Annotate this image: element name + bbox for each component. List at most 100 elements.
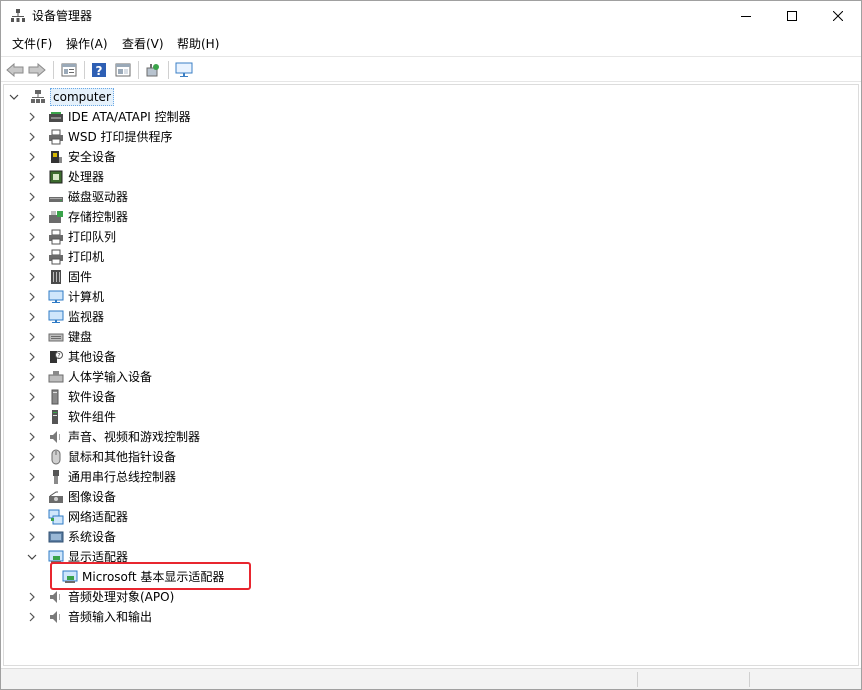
chevron-right-icon[interactable]: [26, 451, 38, 463]
tree-category-label[interactable]: 存储控制器: [68, 209, 128, 225]
chevron-right-icon[interactable]: [26, 231, 38, 243]
chevron-right-icon[interactable]: [26, 611, 38, 623]
tree-category-item[interactable]: 人体学输入设备: [26, 367, 152, 387]
tree-category-label[interactable]: WSD 打印提供程序: [68, 129, 173, 145]
tree-category-label[interactable]: 软件组件: [68, 409, 116, 425]
tree-category-item[interactable]: 固件: [26, 267, 92, 287]
tree-category-label[interactable]: 处理器: [68, 169, 104, 185]
camera-icon: [48, 489, 64, 505]
tree-category-item[interactable]: 打印队列: [26, 227, 116, 247]
chevron-right-icon[interactable]: [26, 151, 38, 163]
tree-category-item[interactable]: 系统设备: [26, 527, 116, 547]
tree-root[interactable]: computer: [8, 87, 114, 107]
chevron-right-icon[interactable]: [26, 171, 38, 183]
scan-hardware-button[interactable]: [143, 60, 163, 80]
tree-category-item[interactable]: ? 其他设备: [26, 347, 116, 367]
tree-category-label[interactable]: 系统设备: [68, 529, 116, 545]
chevron-right-icon[interactable]: [26, 531, 38, 543]
tree-category-item[interactable]: 打印机: [26, 247, 104, 267]
tree-category-item[interactable]: 网络适配器: [26, 507, 128, 527]
chevron-down-icon[interactable]: [8, 91, 20, 103]
printer-icon: [48, 249, 64, 265]
tree-category-item[interactable]: 软件组件: [26, 407, 116, 427]
close-button[interactable]: [815, 1, 861, 31]
chevron-right-icon[interactable]: [26, 591, 38, 603]
tree-category-item[interactable]: WSD 打印提供程序: [26, 127, 173, 147]
tree-category-label[interactable]: 音频处理对象(APO): [68, 589, 174, 605]
help-button[interactable]: ?: [89, 60, 109, 80]
tree-category-item[interactable]: 键盘: [26, 327, 92, 347]
chevron-right-icon[interactable]: [26, 511, 38, 523]
tree-category-label[interactable]: 鼠标和其他指针设备: [68, 449, 176, 465]
chevron-right-icon[interactable]: [26, 411, 38, 423]
properties-button[interactable]: [59, 60, 79, 80]
tree-category-item[interactable]: 磁盘驱动器: [26, 187, 128, 207]
console-button[interactable]: [113, 60, 133, 80]
chevron-right-icon[interactable]: [26, 131, 38, 143]
chevron-right-icon[interactable]: [26, 371, 38, 383]
chevron-right-icon[interactable]: [26, 471, 38, 483]
tree-category-label[interactable]: 监视器: [68, 309, 104, 325]
chevron-right-icon[interactable]: [26, 251, 38, 263]
tree-category-label[interactable]: 键盘: [68, 329, 92, 345]
tree-category-label[interactable]: 打印队列: [68, 229, 116, 245]
tree-category-label[interactable]: 打印机: [68, 249, 104, 265]
storage-controller-icon: [48, 209, 64, 225]
tree-category-item[interactable]: 通用串行总线控制器: [26, 467, 176, 487]
tree-category-item[interactable]: 图像设备: [26, 487, 116, 507]
tree-category-label[interactable]: 通用串行总线控制器: [68, 469, 176, 485]
tree-category-label[interactable]: 安全设备: [68, 149, 116, 165]
tree-category-label[interactable]: 磁盘驱动器: [68, 189, 128, 205]
chevron-right-icon[interactable]: [26, 491, 38, 503]
menu-action[interactable]: 操作(A): [64, 35, 110, 53]
minimize-button[interactable]: [723, 1, 769, 31]
menu-view[interactable]: 查看(V): [120, 35, 166, 53]
tree-category-label[interactable]: 人体学输入设备: [68, 369, 152, 385]
forward-button[interactable]: [27, 60, 47, 80]
tree-root-label[interactable]: computer: [50, 88, 114, 106]
tree-category-label[interactable]: IDE ATA/ATAPI 控制器: [68, 109, 191, 125]
chevron-right-icon[interactable]: [26, 191, 38, 203]
chevron-right-icon[interactable]: [26, 351, 38, 363]
monitor-button[interactable]: [174, 60, 194, 80]
maximize-button[interactable]: [769, 1, 815, 31]
chevron-right-icon[interactable]: [26, 431, 38, 443]
chevron-right-icon[interactable]: [26, 391, 38, 403]
chevron-right-icon[interactable]: [26, 211, 38, 223]
tree-category-item[interactable]: 音频处理对象(APO): [26, 587, 174, 607]
tree-category-item[interactable]: 处理器: [26, 167, 104, 187]
chevron-right-icon[interactable]: [26, 311, 38, 323]
tree-category-item[interactable]: 鼠标和其他指针设备: [26, 447, 176, 467]
tree-category-item[interactable]: 声音、视频和游戏控制器: [26, 427, 200, 447]
tree-category-item[interactable]: 安全设备: [26, 147, 116, 167]
computer-icon: [30, 89, 46, 105]
tree-category-item[interactable]: IDE ATA/ATAPI 控制器: [26, 107, 191, 127]
chevron-right-icon[interactable]: [26, 111, 38, 123]
chevron-right-icon[interactable]: [26, 331, 38, 343]
chevron-right-icon[interactable]: [26, 271, 38, 283]
minimize-icon: [741, 16, 751, 17]
tree-category-label[interactable]: 计算机: [68, 289, 104, 305]
menu-file[interactable]: 文件(F): [10, 35, 54, 53]
menu-help[interactable]: 帮助(H): [175, 35, 221, 53]
title-bar[interactable]: 设备管理器: [1, 1, 861, 31]
tree-category-item[interactable]: 监视器: [26, 307, 104, 327]
tree-category-label[interactable]: 固件: [68, 269, 92, 285]
tree-category-item[interactable]: 软件设备: [26, 387, 116, 407]
device-tree[interactable]: computer IDE ATA/ATAPI 控制器 WSD 打印提供程序 安全设备…: [3, 84, 859, 666]
chevron-right-icon[interactable]: [26, 291, 38, 303]
chevron-down-icon[interactable]: [26, 551, 38, 563]
highlight-annotation-box: [50, 562, 251, 590]
tree-category-label[interactable]: 音频输入和输出: [68, 609, 152, 625]
tree-category-label[interactable]: 软件设备: [68, 389, 116, 405]
tree-category-item[interactable]: 音频输入和输出: [26, 607, 152, 627]
tree-category-label[interactable]: 网络适配器: [68, 509, 128, 525]
tree-category-item[interactable]: 存储控制器: [26, 207, 128, 227]
tree-category-label[interactable]: 其他设备: [68, 349, 116, 365]
keyboard-icon: [48, 329, 64, 345]
status-separator: [749, 672, 750, 687]
tree-category-label[interactable]: 声音、视频和游戏控制器: [68, 429, 200, 445]
tree-category-item[interactable]: 计算机: [26, 287, 104, 307]
tree-category-label[interactable]: 图像设备: [68, 489, 116, 505]
back-button[interactable]: [5, 60, 25, 80]
